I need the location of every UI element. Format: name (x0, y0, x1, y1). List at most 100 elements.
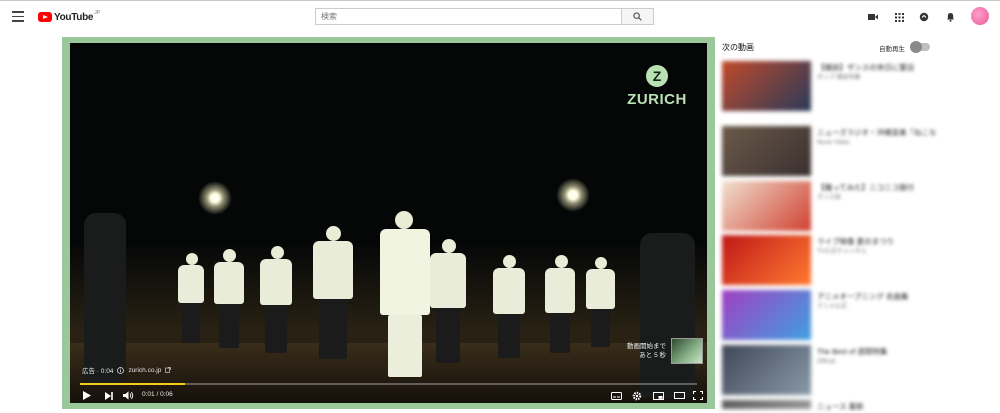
video-title[interactable]: ニューズラジオ・沖縄音楽「ねこな (817, 128, 947, 137)
dancer (430, 253, 466, 308)
zurich-emblem-icon: Z (646, 65, 668, 87)
next-icon[interactable] (104, 390, 114, 401)
up-next-heading: 次の動画 (722, 43, 754, 52)
lead-dancer (380, 229, 430, 315)
miniplayer-icon[interactable] (652, 390, 664, 401)
progress-played (80, 383, 185, 385)
channel-name[interactable]: アニメ公式 (817, 303, 947, 311)
dancer (313, 241, 353, 299)
video-title[interactable]: ニュース 最新 (817, 402, 947, 411)
subtitles-icon[interactable] (610, 390, 622, 401)
video-title[interactable]: The Best of 週間特集 (817, 347, 947, 356)
dancer (586, 269, 615, 309)
next-video-thumbnail (671, 338, 703, 364)
video-meta: ライブ映像 夏のまつり TV公式チャンネル (817, 237, 947, 256)
video-thumbnail[interactable] (722, 345, 811, 395)
dancer-head (223, 249, 236, 262)
player-controls: 0:01 / 0:06 (70, 388, 707, 403)
stage-light (198, 181, 232, 215)
fullscreen-icon[interactable] (692, 390, 704, 401)
logo-region: JP (94, 10, 101, 16)
channel-name[interactable]: Music Video (817, 139, 947, 147)
youtube-play-icon (38, 12, 52, 22)
create-video-icon[interactable] (867, 10, 879, 24)
advertiser-name: ZURICH (627, 91, 687, 108)
video-meta: ニュース 最新 (817, 402, 947, 413)
volume-icon[interactable] (122, 390, 134, 401)
advertiser-logo: Z ZURICH (617, 65, 697, 113)
video-title[interactable]: 【雑誌】ザンスの休日に繁店 (817, 63, 947, 72)
menu-icon[interactable] (12, 11, 24, 22)
player-highlight-frame: Z ZURICH 広告 · 0:04 zurich.co.jp 動画開始まで あ… (62, 37, 715, 409)
search-input[interactable] (315, 8, 621, 25)
search-icon (633, 12, 642, 21)
video-title[interactable]: ライブ映像 夏のまつり (817, 237, 947, 246)
video-title[interactable]: 【踊ってみた】ニコニコ振付 (817, 183, 947, 192)
video-thumbnail[interactable] (722, 290, 811, 340)
dancer-head (271, 246, 284, 259)
video-title[interactable]: アニメオープニング 名曲集 (817, 292, 947, 301)
dancer-head (595, 257, 607, 269)
ad-link[interactable]: zurich.co.jp (128, 367, 161, 374)
dancer-legs (591, 309, 610, 347)
skip-line-1: 動画開始まで (627, 343, 666, 350)
notifications-bell-icon[interactable] (944, 10, 956, 24)
settings-icon[interactable] (631, 390, 643, 401)
dancer-legs (319, 299, 347, 359)
channel-name[interactable]: Official (817, 358, 947, 366)
dancer-legs (498, 314, 520, 358)
play-icon[interactable] (82, 390, 92, 401)
dancer (260, 259, 292, 305)
video-meta: ニューズラジオ・沖縄音楽「ねこな Music Video (817, 128, 947, 147)
channel-name[interactable]: ダンス部 (817, 194, 947, 202)
ad-label: 広告 · 0:04 (82, 368, 114, 375)
video-thumbnail[interactable] (722, 181, 811, 231)
theater-mode-icon[interactable] (673, 390, 685, 401)
skip-countdown[interactable]: 動画開始まで あと 5 秒 (615, 337, 707, 365)
recommendation-item[interactable]: 【踊ってみた】ニコニコ振付 ダンス部 (722, 181, 952, 231)
recommendation-item[interactable]: ニューズラジオ・沖縄音楽「ねこな Music Video (722, 126, 952, 176)
dancer-head (555, 255, 568, 268)
recommendation-item[interactable]: ライブ映像 夏のまつり TV公式チャンネル (722, 235, 952, 285)
autoplay-toggle[interactable] (910, 41, 930, 53)
dancer-legs (436, 308, 460, 363)
recommendation-item[interactable]: The Best of 週間特集 Official (722, 345, 952, 395)
dancer-silhouette (640, 233, 695, 398)
external-link-icon[interactable] (165, 367, 172, 373)
channel-name[interactable]: TV公式チャンネル (817, 248, 947, 256)
dancer (493, 268, 525, 314)
search-button[interactable] (621, 8, 654, 25)
lead-dancer-legs (388, 315, 422, 377)
dancer-legs (550, 313, 570, 353)
dancer-legs (265, 305, 287, 353)
skip-line-2: あと 5 秒 (639, 352, 666, 359)
dancer-legs (182, 303, 200, 343)
search-bar (315, 8, 654, 25)
video-player[interactable]: Z ZURICH 広告 · 0:04 zurich.co.jp 動画開始まで あ… (70, 43, 707, 403)
recommendation-item[interactable]: 【雑誌】ザンスの休日に繁店 ポップ 雑誌特集 (722, 61, 952, 111)
channel-name[interactable]: ポップ 雑誌特集 (817, 74, 947, 82)
apps-grid-icon[interactable] (893, 10, 905, 24)
recommendation-item[interactable]: アニメオープニング 名曲集 アニメ公式 (722, 290, 952, 340)
messages-icon[interactable] (918, 10, 930, 24)
video-thumbnail[interactable] (722, 126, 811, 176)
video-meta: The Best of 週間特集 Official (817, 347, 947, 366)
avatar[interactable] (971, 7, 989, 25)
dancer-head (442, 239, 456, 253)
lead-dancer-head (395, 211, 413, 229)
dancer (214, 262, 244, 304)
autoplay-toggle-knob (910, 41, 922, 53)
video-thumbnail[interactable] (722, 61, 811, 111)
youtube-logo[interactable]: YouTube JP (38, 10, 100, 24)
info-icon[interactable] (117, 366, 125, 374)
top-bar: YouTube JP (0, 0, 1000, 32)
recommendation-item[interactable]: ニュース 最新 (722, 400, 952, 411)
video-thumbnail[interactable] (722, 400, 811, 409)
dancer (178, 265, 204, 303)
progress-bar[interactable] (80, 383, 697, 385)
video-meta: 【踊ってみた】ニコニコ振付 ダンス部 (817, 183, 947, 202)
stage-light (556, 178, 590, 212)
dancer-head (186, 253, 198, 265)
skip-countdown-text: 動画開始まで あと 5 秒 (615, 342, 671, 360)
video-thumbnail[interactable] (722, 235, 811, 285)
